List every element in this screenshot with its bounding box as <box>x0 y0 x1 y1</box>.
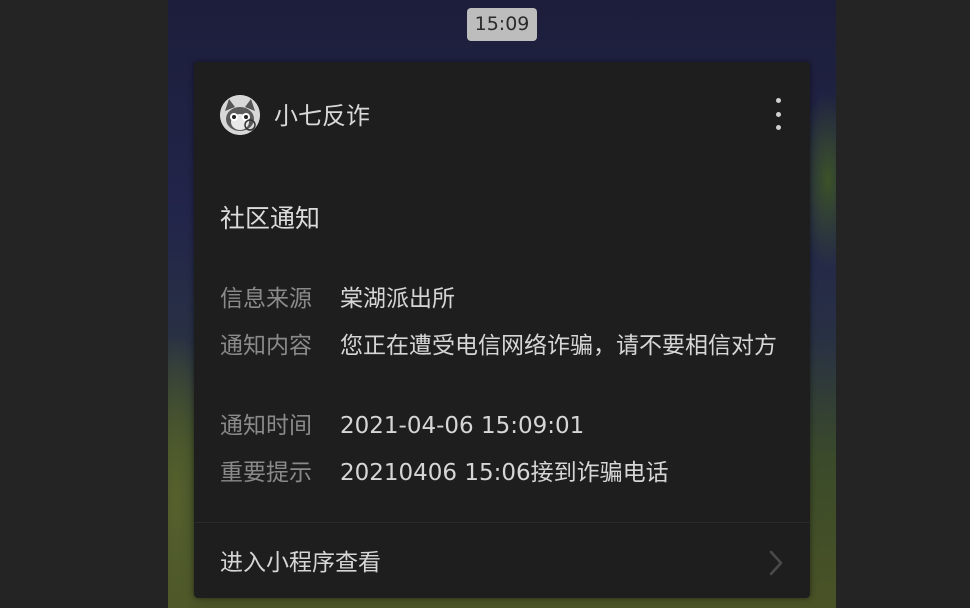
more-dot <box>775 125 781 130</box>
right-backdrop <box>836 0 970 608</box>
left-backdrop <box>0 0 168 608</box>
more-vertical-icon[interactable] <box>766 96 790 132</box>
account-name[interactable]: 小七反诈 <box>274 100 370 132</box>
card-divider <box>194 522 810 523</box>
more-dot <box>775 111 781 117</box>
notification-title: 社区通知 <box>220 204 321 233</box>
more-dot <box>775 98 781 103</box>
open-mini-program-label: 进入小程序查看 <box>220 550 381 576</box>
notice-time-label: 通知时间 <box>220 413 312 439</box>
notice-content-label: 通知内容 <box>220 333 312 359</box>
service-notification-card[interactable]: 小七反诈 社区通知 信息来源 棠湖派出所 通知内容 您正在遭受电信网络诈骗，请不… <box>194 62 810 598</box>
chat-screen: 15:09 小七反诈 社区通知 信息来源 棠湖派出所 通知内容 您正在遭受电信网… <box>168 0 836 608</box>
notice-time-value: 2021-04-06 15:09:01 <box>340 413 585 439</box>
info-source-value: 棠湖派出所 <box>340 286 455 312</box>
important-tip-label: 重要提示 <box>220 460 312 486</box>
info-source-label: 信息来源 <box>220 286 312 312</box>
cat-mascot-avatar-icon[interactable] <box>220 95 260 135</box>
important-tip-value: 20210406 15:06接到诈骗电话 <box>340 460 669 486</box>
notice-content-value: 您正在遭受电信网络诈骗，请不要相信对方 <box>340 333 777 359</box>
message-timestamp: 15:09 <box>467 8 537 41</box>
open-mini-program-button[interactable]: 进入小程序查看 <box>194 528 810 598</box>
chevron-right-icon <box>769 550 783 576</box>
